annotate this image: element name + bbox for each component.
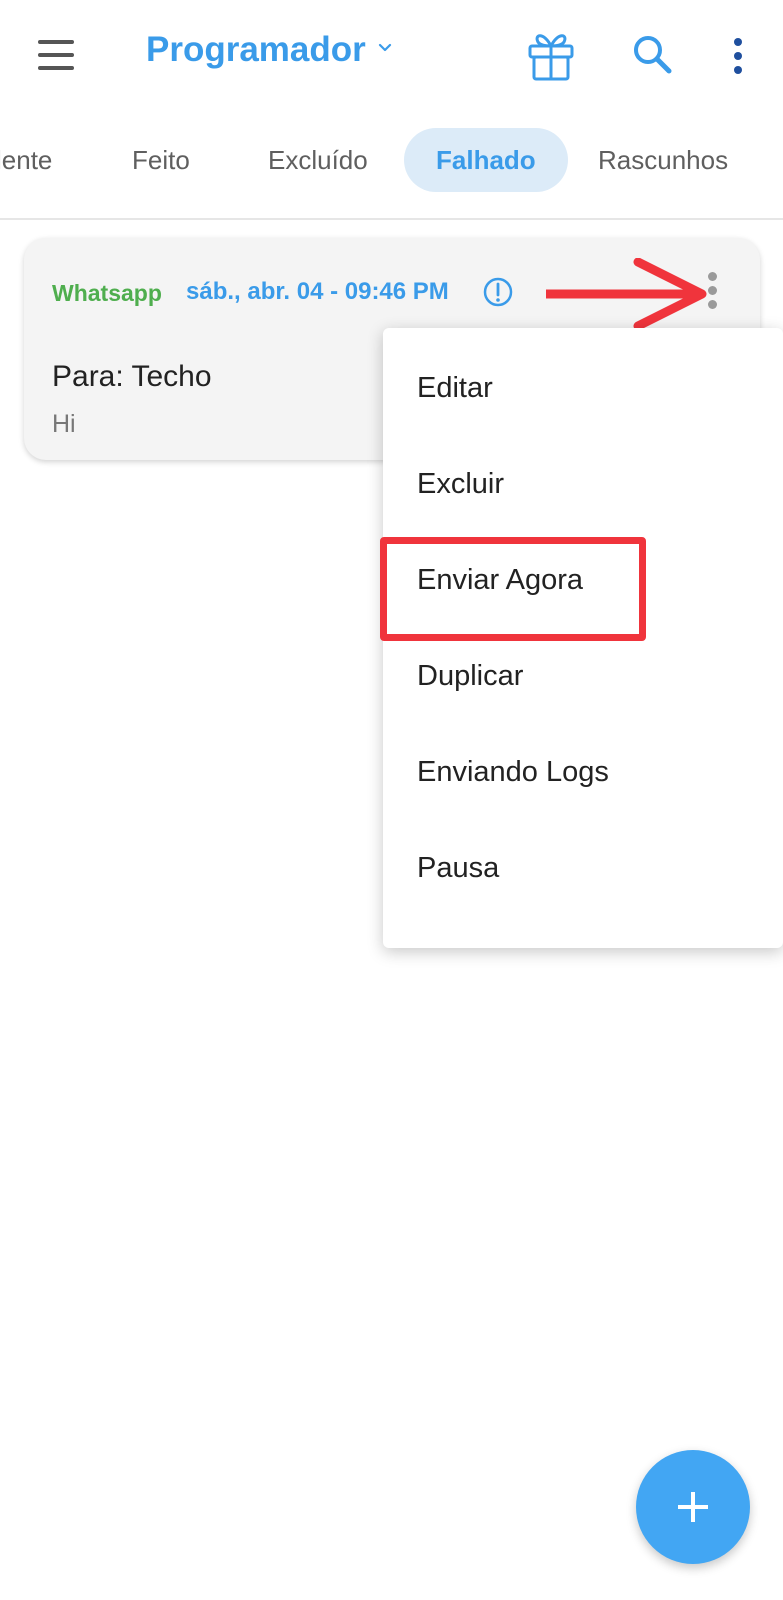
message-recipient: Para: Techo [52,360,212,393]
tab-pending[interactable]: lente [0,128,52,192]
menu-item-delete[interactable]: Excluir [383,436,783,532]
chevron-down-icon [378,43,391,52]
alert-circle-icon [483,277,513,307]
menu-item-sending-logs[interactable]: Enviando Logs [383,724,783,820]
menu-item-edit[interactable]: Editar [383,340,783,436]
tab-drafts[interactable]: Rascunhos [598,128,728,192]
tab-deleted[interactable]: Excluído [268,128,368,192]
search-icon[interactable] [630,32,674,76]
tabs-divider [0,218,783,220]
tab-failed[interactable]: Falhado [404,128,568,192]
status-tabs: lente Feito Excluído Falhado Rascunhos [0,128,783,192]
menu-item-pause[interactable]: Pausa [383,820,783,916]
app-screen: Programador lente Feito Excluído Falhado… [0,0,783,1600]
more-vertical-icon[interactable] [726,34,750,78]
annotation-highlight-box [380,537,646,641]
menu-item-duplicate[interactable]: Duplicar [383,628,783,724]
message-preview: Hi [52,410,76,438]
hamburger-menu-icon[interactable] [34,38,78,72]
top-app-bar: Programador [0,0,783,110]
app-title: Programador [146,30,366,69]
add-schedule-button[interactable] [636,1450,750,1564]
gift-icon[interactable] [526,28,576,82]
message-channel: Whatsapp [52,280,162,306]
tab-done[interactable]: Feito [132,128,190,192]
message-datetime: sáb., abr. 04 - 09:46 PM [186,278,449,305]
annotation-arrow-icon [546,258,707,331]
title-dropdown[interactable]: Programador [146,30,392,70]
